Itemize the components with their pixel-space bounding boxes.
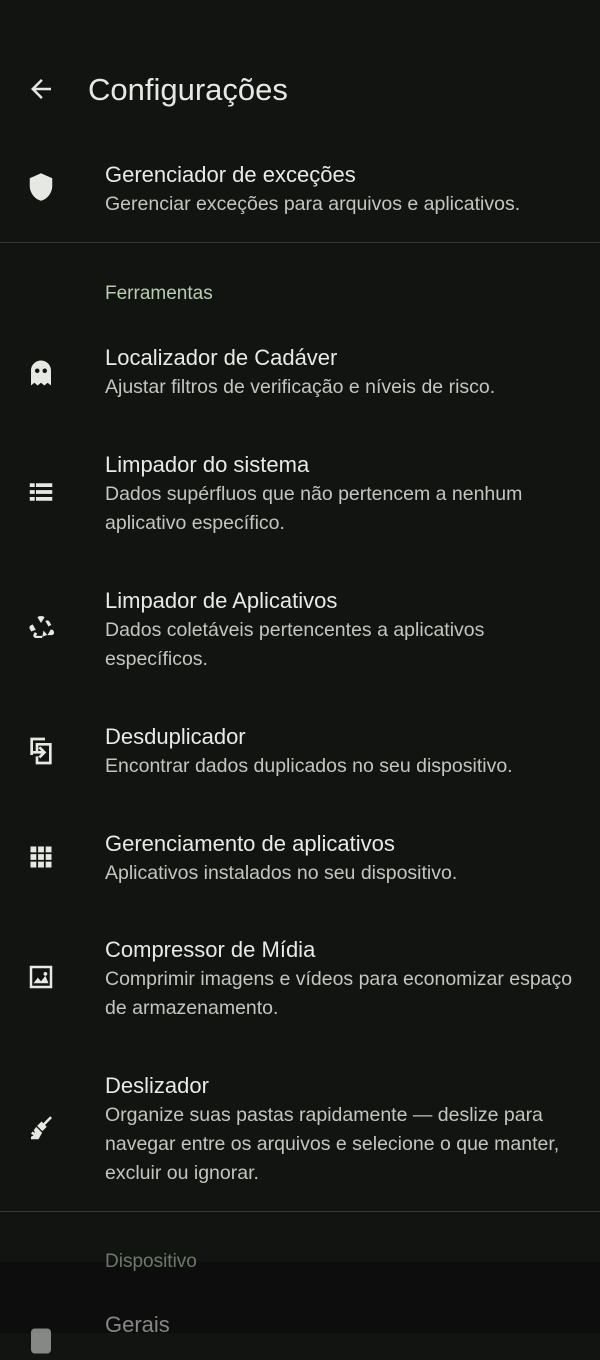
item-subtitle: Aplicativos instalados no seu dispositiv… xyxy=(105,862,458,884)
item-subtitle: Dados supérfluos que não pertencem a nen… xyxy=(105,483,523,534)
item-subtitle: Organize suas pastas rapidamente — desli… xyxy=(105,1104,560,1184)
item-title: Gerais xyxy=(105,1312,170,1337)
tool-item-corpse-finder[interactable]: Localizador de Cadáver Ajustar filtros d… xyxy=(0,332,600,422)
device-icon xyxy=(22,1322,60,1360)
tool-item-swiper[interactable]: Deslizador Organize suas pastas rapidame… xyxy=(0,1061,600,1201)
ghost-icon xyxy=(22,354,60,392)
section-header-device: Dispositivo xyxy=(105,1251,197,1272)
list-icon xyxy=(22,473,60,511)
item-subtitle: Dados coletáveis pertencentes a aplicati… xyxy=(105,619,485,670)
item-title: Desduplicador xyxy=(105,724,246,749)
item-title: Limpador do sistema xyxy=(105,452,310,477)
apps-grid-icon xyxy=(22,838,60,876)
shield-icon xyxy=(22,168,60,206)
recycle-icon xyxy=(22,609,60,647)
section-header-tools: Ferramentas xyxy=(105,283,213,304)
item-subtitle: Ajustar filtros de verificação e níveis … xyxy=(105,376,496,398)
top-app-bar: Configurações xyxy=(0,0,600,140)
item-subtitle: Encontrar dados duplicados no seu dispos… xyxy=(105,755,513,777)
tool-item-app-manager[interactable]: Gerenciamento de aplicativos Aplicativos… xyxy=(0,819,600,909)
image-icon xyxy=(22,958,60,996)
broom-icon xyxy=(22,1109,60,1147)
item-subtitle: Comprimir imagens e vídeos para economiz… xyxy=(105,968,573,1019)
tool-item-deduplicator[interactable]: Desduplicador Encontrar dados duplicados… xyxy=(0,712,600,802)
item-title: Gerenciamento de aplicativos xyxy=(105,831,395,856)
item-subtitle: Gerenciar exceções para arquivos e aplic… xyxy=(105,193,521,215)
duplicate-icon xyxy=(22,732,60,770)
item-title: Deslizador xyxy=(105,1073,209,1098)
divider xyxy=(0,1211,600,1212)
device-item-general[interactable]: Gerais xyxy=(0,1300,600,1354)
item-title: Limpador de Aplicativos xyxy=(105,588,338,613)
divider xyxy=(0,242,600,243)
exceptions-manager-item[interactable]: Gerenciador de exceções Gerenciar exceçõ… xyxy=(0,150,600,240)
back-button[interactable] xyxy=(20,68,62,110)
item-title: Compressor de Mídia xyxy=(105,937,316,962)
page-title: Configurações xyxy=(88,72,288,107)
item-title: Localizador de Cadáver xyxy=(105,345,338,370)
tool-item-system-cleaner[interactable]: Limpador do sistema Dados supérfluos que… xyxy=(0,440,600,550)
tool-item-app-cleaner[interactable]: Limpador de Aplicativos Dados coletáveis… xyxy=(0,576,600,686)
arrow-left-icon xyxy=(31,79,51,99)
tool-item-media-compressor[interactable]: Compressor de Mídia Comprimir imagens e … xyxy=(0,925,600,1035)
item-title: Gerenciador de exceções xyxy=(105,162,356,187)
